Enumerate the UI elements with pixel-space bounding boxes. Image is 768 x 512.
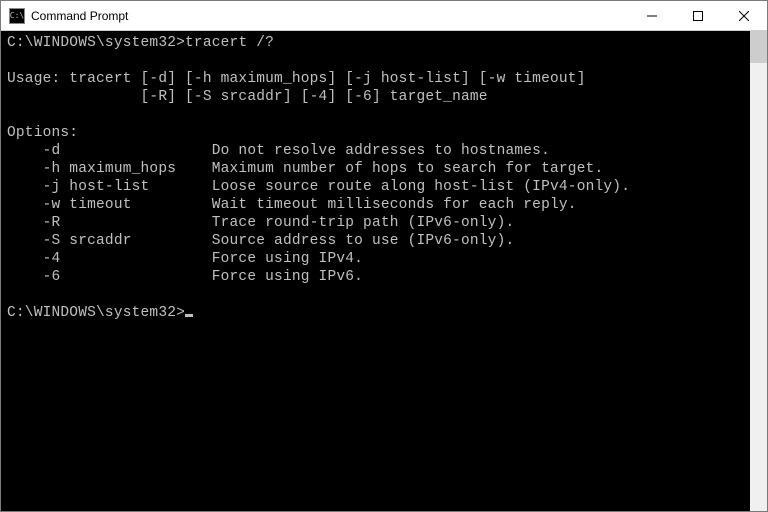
option-w: -w timeout Wait timeout milliseconds for…: [7, 197, 577, 213]
maximize-button[interactable]: [675, 1, 721, 30]
window-controls: [629, 1, 767, 30]
usage-line-1: Usage: tracert [-d] [-h maximum_hops] [-…: [7, 71, 586, 87]
close-button[interactable]: [721, 1, 767, 30]
scrollbar-thumb[interactable]: [750, 31, 767, 63]
window-title: Command Prompt: [31, 9, 629, 23]
prompt-path: C:\WINDOWS\system32>: [7, 305, 185, 321]
command-prompt-window: C:\ Command Prompt C:\WINDOWS\system32>t…: [0, 0, 768, 512]
close-icon: [739, 11, 749, 21]
option-h: -h maximum_hops Maximum number of hops t…: [7, 161, 603, 177]
usage-line-2: [-R] [-S srcaddr] [-4] [-6] target_name: [7, 89, 488, 105]
option-r: -R Trace round-trip path (IPv6-only).: [7, 215, 514, 231]
maximize-icon: [693, 11, 703, 21]
terminal-area: C:\WINDOWS\system32>tracert /? Usage: tr…: [1, 31, 767, 511]
cursor: [185, 314, 193, 317]
option-j: -j host-list Loose source route along ho…: [7, 179, 630, 195]
minimize-button[interactable]: [629, 1, 675, 30]
minimize-icon: [647, 11, 657, 21]
prompt-path: C:\WINDOWS\system32>: [7, 35, 185, 51]
options-header: Options:: [7, 125, 78, 141]
option-s: -S srcaddr Source address to use (IPv6-o…: [7, 233, 514, 249]
terminal-output[interactable]: C:\WINDOWS\system32>tracert /? Usage: tr…: [1, 31, 750, 511]
option-d: -d Do not resolve addresses to hostnames…: [7, 143, 550, 159]
option-6: -6 Force using IPv6.: [7, 269, 363, 285]
cmd-icon: C:\: [9, 8, 25, 24]
option-4: -4 Force using IPv4.: [7, 251, 363, 267]
vertical-scrollbar[interactable]: [750, 31, 767, 511]
prompt-line-2: C:\WINDOWS\system32>: [7, 305, 193, 321]
title-bar[interactable]: C:\ Command Prompt: [1, 1, 767, 31]
prompt-line-1: C:\WINDOWS\system32>tracert /?: [7, 35, 274, 51]
entered-command: tracert /?: [185, 35, 274, 51]
